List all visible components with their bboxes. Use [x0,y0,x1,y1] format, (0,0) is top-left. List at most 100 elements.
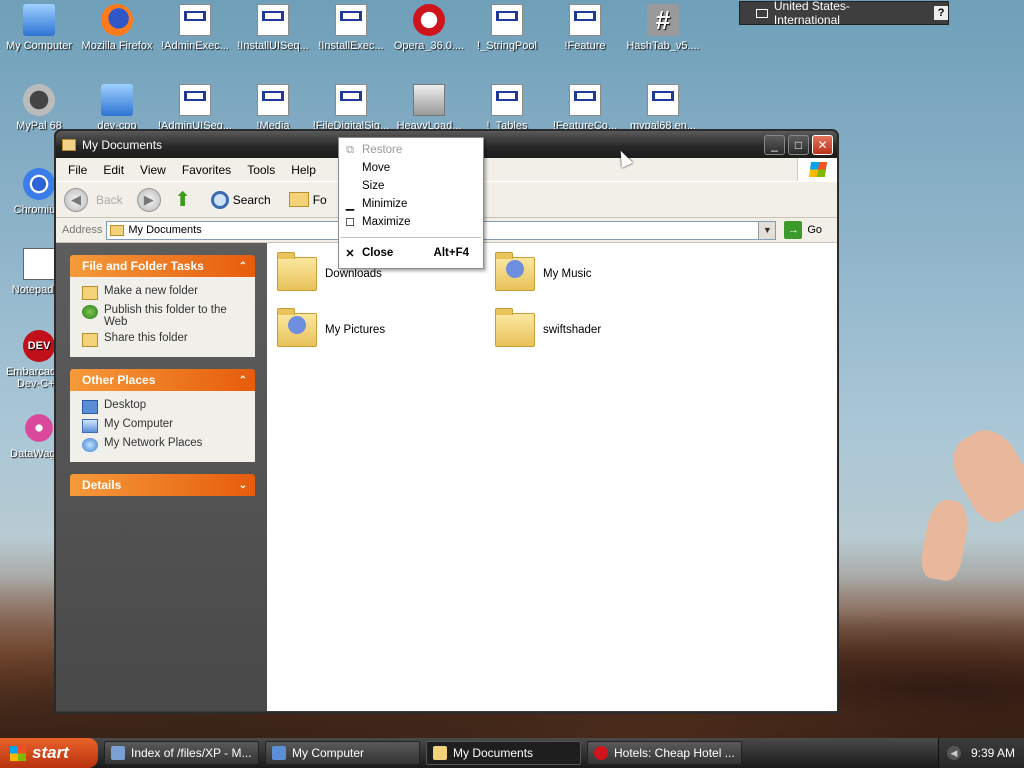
task-share-folder[interactable]: Share this folder [82,330,247,349]
desktop-icon-hashtab[interactable]: # HashTab_v5.... [624,4,702,52]
menu-item-maximize[interactable]: ☐ Maximize [339,213,483,231]
document-icon [335,84,367,116]
address-label: Address [62,224,103,236]
start-button[interactable]: start [0,738,98,768]
back-arrow-icon[interactable]: ◀ [64,187,88,212]
music-note-icon [506,260,524,278]
menu-help[interactable]: Help [283,163,324,177]
menu-file[interactable]: File [60,163,95,177]
taskbar-item-hotels[interactable]: Hotels: Cheap Hotel ... [587,741,742,765]
menu-item-minimize[interactable]: ▁ Minimize [339,195,483,213]
chevron-up-icon[interactable]: ⌃ [239,375,247,386]
desktop-icon-file[interactable]: !AdminExec... [156,4,234,52]
taskbar-item-index-of-files[interactable]: Index of /files/XP - M... [104,741,259,765]
taskbar-item-my-documents[interactable]: My Documents [426,741,581,765]
help-icon[interactable]: ? [934,6,948,20]
place-desktop[interactable]: Desktop [82,397,247,416]
document-icon [257,4,289,36]
desktop-icon-file[interactable]: !InstallExec... [312,4,390,52]
other-places-panel: Other Places ⌃ Desktop My Computer My Ne… [70,369,255,462]
show-hidden-icons-icon[interactable]: ◀ [947,746,961,760]
computer-icon [82,419,98,433]
panel-title: Details [82,478,122,492]
menu-tools[interactable]: Tools [239,163,283,177]
minimize-button[interactable]: _ [764,135,785,155]
datawagon-icon [23,412,55,444]
task-new-folder[interactable]: Make a new folder [82,283,247,302]
menu-item-size[interactable]: Size [339,177,483,195]
menu-item-restore[interactable]: ⧉ Restore [339,141,483,159]
forward-arrow-icon[interactable]: ▶ [136,187,161,212]
music-folder-icon [495,252,535,291]
search-button[interactable]: Search [205,190,277,209]
language-bar[interactable]: United States-International ? [739,0,949,27]
my-computer-icon [23,4,55,36]
go-button[interactable]: → Go [784,221,822,239]
desktop-icon-file[interactable]: !Media [234,84,312,132]
document-icon [569,84,601,116]
task-publish-web[interactable]: Publish this folder to the Web [82,302,247,330]
computer-icon [272,746,286,760]
desktop-icon-file[interactable]: !InstallUISeq... [234,4,312,52]
go-label: Go [807,224,823,236]
menu-favorites[interactable]: Favorites [174,163,239,177]
new-folder-icon [82,286,98,300]
taskbar-item-my-computer[interactable]: My Computer [265,741,420,765]
folders-label[interactable]: Fo [313,193,327,207]
keyboard-icon [756,8,768,18]
panel-header[interactable]: Other Places ⌃ [70,369,255,391]
desktop-icon-file[interactable]: !AdminUISeq... [156,84,234,132]
restore-icon: ⧉ [346,143,354,156]
firefox-icon [101,4,133,36]
menu-item-close[interactable]: ✕ Close Alt+F4 [339,244,483,262]
windows-logo-icon [10,745,26,761]
file-view: Downloads My Music My Pictures swiftshad… [267,243,837,711]
document-icon [335,4,367,36]
desktop-icon-file[interactable]: !_StringPool [468,4,546,52]
desktop-icon-installer[interactable]: dev-cpp [78,84,156,132]
place-network[interactable]: My Network Places [82,435,247,454]
desktop-icon-file[interactable]: !FeatureCo... [546,84,624,132]
folders-icon[interactable] [288,192,309,207]
folder-item-my-pictures[interactable]: My Pictures [277,308,385,347]
desktop-icon-file[interactable]: mypal68.en... [624,84,702,132]
desktop-icon-file[interactable]: !Feature [546,4,624,52]
menu-item-move[interactable]: Move [339,159,483,177]
folder-item-my-music[interactable]: My Music [495,252,592,291]
address-value: My Documents [128,224,202,236]
up-folder-icon[interactable]: ⬆ [171,188,195,212]
desktop-icon-mypal[interactable]: MyPal 68 [0,84,78,132]
panel-header[interactable]: Details ⌄ [70,474,255,496]
document-icon [569,4,601,36]
details-panel: Details ⌄ [70,474,255,496]
window-title: My Documents [82,137,163,152]
panel-header[interactable]: File and Folder Tasks ⌃ [70,255,255,277]
folder-icon [277,252,317,291]
chevron-up-icon[interactable]: ⌃ [239,261,247,272]
chevron-down-icon[interactable]: ⌄ [239,480,247,491]
document-icon [491,4,523,36]
search-label: Search [232,192,271,207]
search-icon [210,190,229,209]
menu-view[interactable]: View [132,163,174,177]
opera-icon [594,746,608,760]
desktop-icon-file[interactable]: !FileDigitalSig... [312,84,390,132]
desktop-icon-opera[interactable]: Opera_36.0.... [390,4,468,52]
menu-separator [341,237,481,238]
go-arrow-icon: → [784,221,803,239]
place-my-computer[interactable]: My Computer [82,416,247,435]
desktop-icon-file[interactable]: !_Tables [468,84,546,132]
maximize-icon: ☐ [345,216,355,229]
clock[interactable]: 9:39 AM [971,746,1015,760]
chevron-down-icon[interactable]: ▼ [758,221,776,239]
desktop-icon-my-computer[interactable]: My Computer [0,4,78,52]
desktop-icon-heavyload[interactable]: HeavyLoad... [390,84,468,132]
maximize-button[interactable]: □ [788,135,809,155]
close-icon: ✕ [345,247,355,260]
desktop-icon-firefox[interactable]: Mozilla Firefox [78,4,156,52]
menu-edit[interactable]: Edit [95,163,132,177]
folder-item-swiftshader[interactable]: swiftshader [495,308,601,347]
task-pane: File and Folder Tasks ⌃ Make a new folde… [56,243,267,711]
back-button-label[interactable]: Back [96,193,123,207]
close-button[interactable]: ✕ [812,135,833,155]
